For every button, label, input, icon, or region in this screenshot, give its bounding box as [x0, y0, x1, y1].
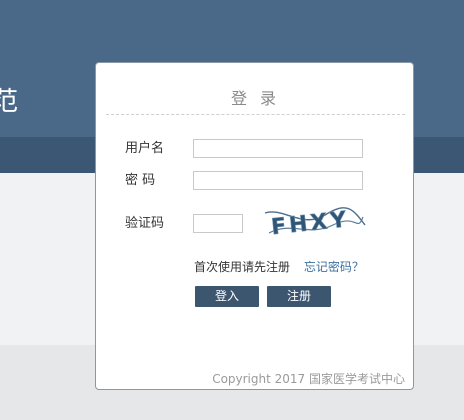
forgot-password-link[interactable]: 忘记密码？ — [304, 260, 364, 274]
captcha-image[interactable]: FHXY — [263, 203, 367, 241]
username-label: 用户名 — [125, 141, 165, 156]
captcha-graphic: FHXY — [264, 207, 366, 241]
site-title-fragment: 范 — [0, 87, 19, 117]
captcha-label: 验证码 — [125, 216, 165, 231]
username-input[interactable] — [193, 139, 363, 158]
first-use-text: 首次使用请先注册 — [194, 260, 291, 274]
link-row: 首次使用请先注册 忘记密码？ — [194, 259, 364, 275]
copyright-text: Copyright 2017 国家医学考试中心 — [212, 372, 405, 386]
login-card: 登 录 用户名 密 码 验证码 FHXY 首次使用请先注册 忘记密码？ 登入 注… — [95, 62, 414, 390]
login-title: 登 录 — [230, 89, 281, 108]
password-input[interactable] — [193, 171, 363, 190]
captcha-text: FHXY — [270, 207, 351, 240]
password-label: 密 码 — [125, 173, 156, 188]
register-button[interactable]: 注册 — [267, 286, 331, 307]
title-divider — [106, 114, 405, 115]
login-button[interactable]: 登入 — [195, 286, 259, 307]
captcha-input[interactable] — [193, 214, 243, 233]
